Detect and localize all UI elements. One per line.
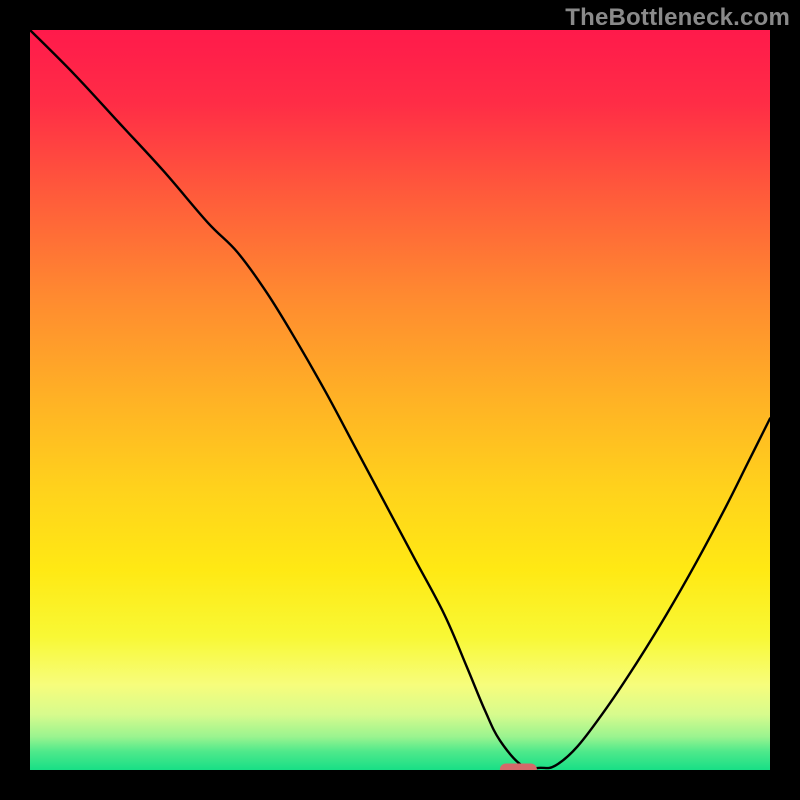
gradient-background	[30, 30, 770, 770]
watermark-text: TheBottleneck.com	[565, 4, 790, 32]
optimal-marker	[500, 764, 537, 771]
chart-frame: TheBottleneck.com	[0, 0, 800, 800]
bottleneck-chart	[30, 30, 770, 770]
